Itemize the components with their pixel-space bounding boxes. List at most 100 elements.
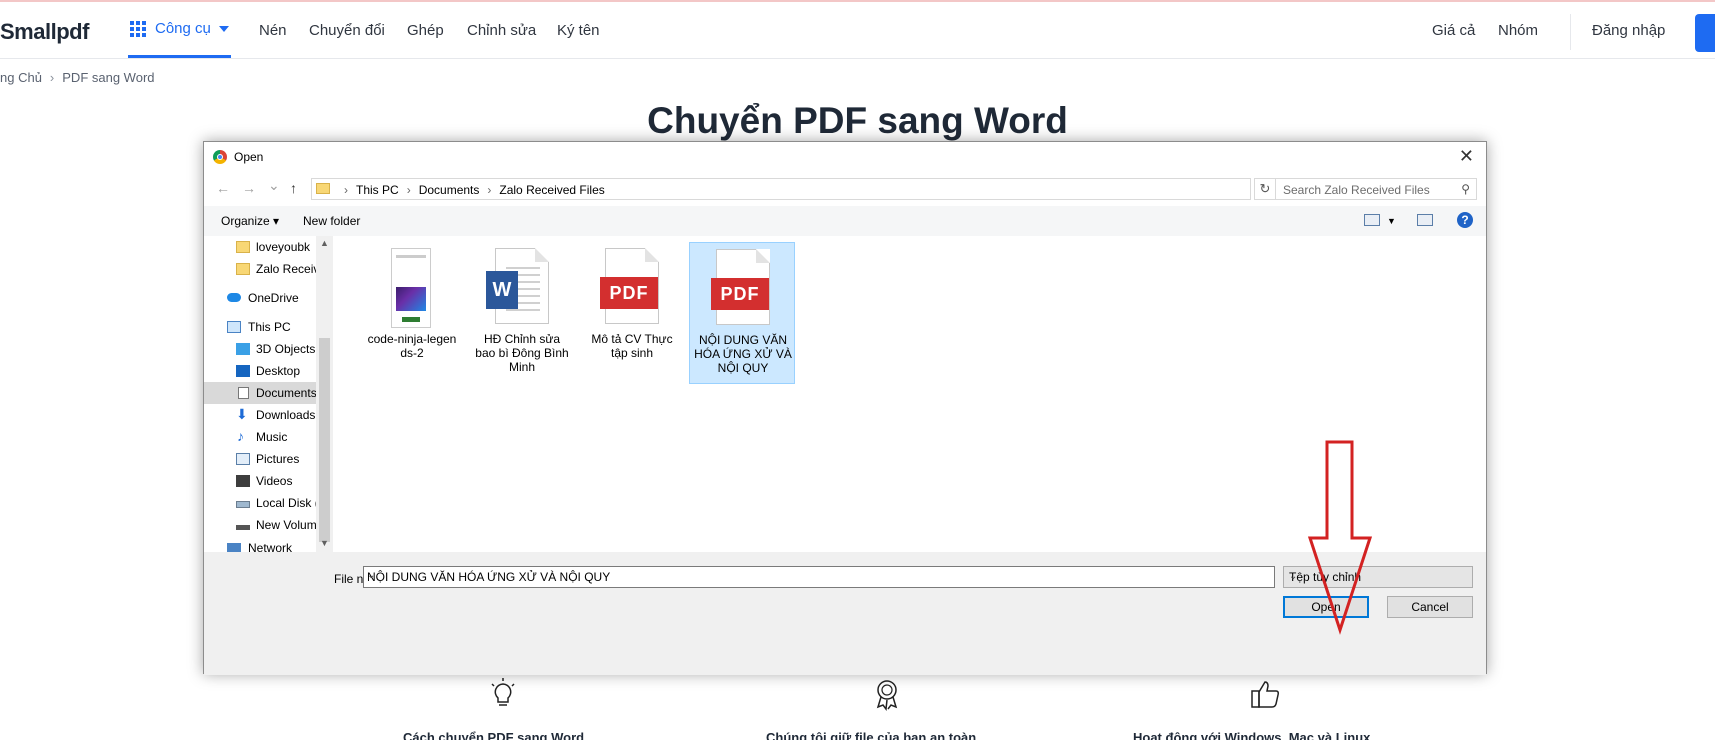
breadcrumb: ng Chủ › PDF sang Word (0, 70, 155, 85)
chevron-down-icon[interactable]: ▼ (1387, 216, 1396, 226)
document-icon (238, 387, 249, 399)
file-item-selected[interactable]: PDF NỘI DUNG VĂN HÓA ỨNG XỬ VÀ NỘI QUY (689, 242, 795, 384)
drive-icon (236, 525, 250, 530)
nav-link-teams[interactable]: Nhóm (1498, 22, 1538, 39)
file-item[interactable]: W HĐ Chỉnh sửa bao bì Đông Bình Minh (469, 242, 575, 384)
nav-link-edit[interactable]: Chỉnh sửa (467, 22, 536, 39)
dialog-titlebar[interactable]: Open ✕ (204, 142, 1486, 172)
tools-menu[interactable]: Công cụ (128, 2, 231, 58)
navigation-pane: loveyoubk Zalo Received OneDrive This PC… (204, 236, 316, 552)
file-item[interactable]: PDF Mô tả CV Thực tập sinh (579, 242, 685, 384)
sidebar-item-this-pc[interactable]: This PC (204, 316, 316, 338)
disk-icon (236, 501, 250, 508)
recent-locations-icon[interactable]: ⌄ (268, 177, 280, 194)
scrollbar-thumb[interactable] (319, 338, 330, 542)
pictures-icon (236, 453, 250, 465)
view-options-icon[interactable] (1364, 214, 1380, 226)
tools-label: Công cụ (155, 20, 211, 37)
sidebar-item-network[interactable]: Network (204, 543, 316, 552)
sidebar-scrollbar[interactable]: ▲ ▼ (316, 236, 333, 552)
address-bar[interactable]: ›This PC›Documents›Zalo Received Files ⌄ (311, 178, 1341, 200)
sidebar-item-music[interactable]: ♪ Music (204, 426, 316, 448)
network-icon (227, 543, 241, 552)
computer-icon (227, 321, 241, 333)
scroll-down-icon[interactable]: ▼ (320, 538, 329, 548)
forward-arrow-icon[interactable]: → (242, 180, 256, 196)
preview-pane-icon[interactable] (1417, 214, 1433, 226)
folder-icon (236, 241, 250, 253)
folder-icon (236, 263, 250, 275)
sidebar-item-pictures[interactable]: Pictures (204, 448, 316, 470)
sidebar-item-3d-objects[interactable]: 3D Objects (204, 338, 316, 360)
sidebar-item-desktop[interactable]: Desktop (204, 360, 316, 382)
dialog-toolbar: Organize ▾ New folder ▼ ? (204, 206, 1486, 237)
music-icon: ♪ (237, 428, 244, 444)
refresh-icon[interactable]: ↻ (1254, 178, 1276, 200)
close-icon[interactable]: ✕ (1459, 146, 1474, 167)
login-link[interactable]: Đăng nhập (1592, 22, 1665, 39)
file-name: code-ninja-legen ds-2 (367, 332, 457, 360)
nav-link-compress[interactable]: Nén (259, 22, 287, 39)
sidebar-item-new-volume[interactable]: New Volume (204, 514, 316, 536)
organize-button[interactable]: Organize ▾ (221, 214, 279, 228)
address-path: › This PC › Documents › Zalo Received Files (344, 183, 605, 197)
feature-text-1: Cách chuyển PDF sang Word (403, 730, 585, 740)
dialog-title: Open (234, 150, 264, 164)
thumbs-up-icon (1251, 681, 1279, 708)
scroll-up-icon[interactable]: ▲ (320, 238, 329, 248)
desktop-icon (236, 365, 250, 377)
nav-link-pricing[interactable]: Giá cả (1432, 22, 1475, 39)
file-name: NỘI DUNG VĂN HÓA ỨNG XỬ VÀ NỘI QUY (694, 333, 792, 375)
chevron-down-icon (218, 25, 229, 32)
award-icon (876, 680, 898, 711)
red-arrow-annotation (1307, 440, 1373, 635)
sidebar-item-videos[interactable]: Videos (204, 470, 316, 492)
word-document-icon: W (486, 248, 549, 324)
nav-divider (1570, 14, 1571, 50)
path-documents[interactable]: Documents (419, 183, 480, 197)
breadcrumb-home[interactable]: ng Chủ (0, 70, 42, 85)
page-title: Chuyển PDF sang Word (647, 100, 1068, 141)
dialog-body: loveyoubk Zalo Received OneDrive This PC… (204, 236, 1486, 552)
path-this-pc[interactable]: This PC (356, 183, 399, 197)
up-arrow-icon[interactable]: ↑ (290, 180, 297, 196)
cloud-icon (227, 293, 241, 302)
path-zalo[interactable]: Zalo Received Files (499, 183, 604, 197)
image-thumbnail-icon (391, 248, 431, 328)
chevron-down-icon[interactable]: ⌄ (367, 570, 1268, 581)
search-icon: ⚲ (1461, 182, 1470, 196)
help-icon[interactable]: ? (1457, 212, 1473, 228)
sidebar-item-documents[interactable]: Documents (204, 382, 316, 404)
file-item[interactable]: code-ninja-legen ds-2 (359, 242, 465, 384)
smallpdf-logo[interactable]: Smallpdf (0, 19, 89, 45)
cube-icon (236, 343, 250, 355)
cancel-button[interactable]: Cancel (1387, 596, 1473, 618)
feature-text-2: Chúng tôi giữ file của bạn an toàn (766, 730, 977, 740)
sidebar-item-downloads[interactable]: ⬇ Downloads (204, 404, 316, 426)
videos-icon (236, 475, 250, 487)
folder-icon (316, 183, 330, 194)
search-placeholder: Search Zalo Received Files (1283, 183, 1430, 197)
download-icon: ⬇ (236, 406, 248, 422)
sidebar-item-local-disk[interactable]: Local Disk (C (204, 492, 316, 514)
search-box[interactable]: Search Zalo Received Files ⚲ (1275, 178, 1477, 200)
sidebar-item-zalo-received[interactable]: Zalo Received (204, 258, 316, 280)
file-name: HĐ Chỉnh sửa bao bì Đông Bình Minh (475, 332, 569, 374)
file-name: Mô tả CV Thực tập sinh (591, 332, 673, 360)
new-folder-button[interactable]: New folder (303, 214, 360, 228)
file-name-input[interactable]: NỘI DUNG VĂN HÓA ỨNG XỬ VÀ NỘI QUY ⌄ (363, 566, 1275, 588)
dialog-footer: File name: NỘI DUNG VĂN HÓA ỨNG XỬ VÀ NỘ… (204, 552, 1486, 675)
nav-link-convert[interactable]: Chuyển đổi (309, 22, 385, 39)
top-navbar: Smallpdf Công cụ Nén Chuyển đổi Ghép Chỉ… (0, 2, 1715, 59)
feature-text-3: Hoạt động với Windows, Mac và Linux (1133, 730, 1371, 740)
grid-icon (130, 20, 146, 37)
back-arrow-icon[interactable]: ← (216, 180, 230, 196)
chrome-icon (213, 150, 227, 164)
breadcrumb-current: PDF sang Word (62, 70, 155, 85)
sidebar-item-onedrive[interactable]: OneDrive (204, 287, 316, 309)
nav-link-merge[interactable]: Ghép (407, 22, 444, 39)
nav-link-sign[interactable]: Ký tên (557, 22, 600, 39)
signup-button[interactable] (1695, 14, 1715, 52)
address-row: ← → ⌄ ↑ › This PC › Documents › Zalo Received… (204, 172, 1486, 206)
sidebar-item-loveyoubk[interactable]: loveyoubk (204, 236, 316, 258)
